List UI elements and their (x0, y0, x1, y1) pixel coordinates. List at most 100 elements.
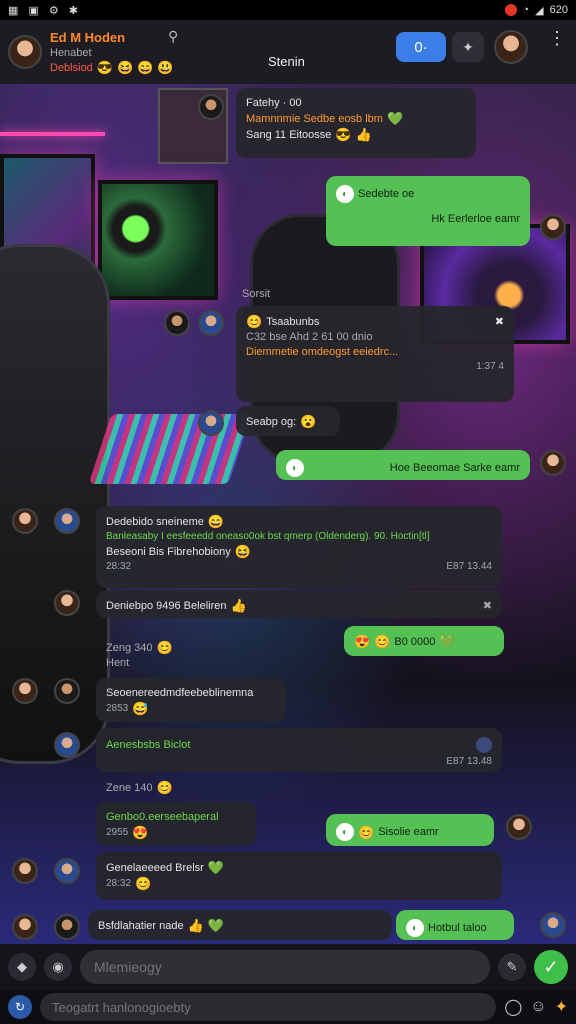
message-bubble[interactable]: Seabp og: 😮 (236, 406, 340, 436)
bluetooth-icon: ✱ (68, 4, 78, 17)
message-text: Zeng 340 (106, 641, 153, 654)
wallpaper-monitor (98, 180, 218, 300)
avatar[interactable] (540, 214, 566, 240)
avatar[interactable] (540, 450, 566, 476)
timestamp: 28:32 (106, 561, 132, 572)
message-text: Beseoni Bis Fibrehobiony (106, 545, 231, 558)
gallery-icon: ▣ (28, 4, 39, 17)
reaction-icon: ✖ (482, 600, 492, 612)
message-bubble[interactable]: Bsfdlahatier nade 👍 💚 (88, 910, 392, 940)
avatar[interactable] (540, 912, 566, 938)
secondary-bar: ↻ ◯ ☺ ✦ (0, 990, 576, 1024)
heart-icon: 💚 (386, 111, 404, 126)
emoji-icon: 😊 (135, 876, 152, 891)
message-bubble[interactable]: Aenesbsbs Biclot E87 13.48 (96, 728, 502, 772)
emoji-picker-icon[interactable]: ☺ (530, 998, 546, 1016)
timestamp: E87 13.44 (446, 561, 492, 572)
mic-icon[interactable]: ◯ (504, 997, 522, 1017)
group-subtitle: Henabet (50, 47, 92, 59)
reply-icon: ◐ (336, 823, 354, 841)
message-text: Genelaeeeed Brelsr (106, 861, 204, 874)
group-tag-text: Deblsiod (50, 61, 93, 74)
message-text: Hent (106, 657, 130, 669)
emoji-icon: 👍 (187, 918, 204, 933)
message-bubble[interactable]: Fatehy · 00 Mamnnmie Sedbe eosb lbm 💚 San… (236, 88, 476, 158)
message-text: Seoenereedmdfeebeblinemna (106, 687, 254, 699)
recording-icon (504, 4, 517, 16)
group-info[interactable]: Ed M Hoden Henabet Deblsiod 😎 😆 😄 😃 (50, 30, 174, 74)
wifi-icon: ◔ (522, 4, 530, 16)
avatar[interactable] (54, 914, 80, 940)
reply-icon: ◐ (336, 185, 354, 203)
avatar[interactable] (198, 310, 224, 336)
sticker-icon[interactable]: ✎ (498, 953, 526, 981)
avatar[interactable] (54, 678, 80, 704)
secondary-input[interactable] (40, 993, 497, 1021)
emoji-icon: 😊 (374, 634, 391, 649)
star-icon[interactable]: ✦ (555, 997, 568, 1017)
search-icon[interactable]: ⚲ (168, 28, 178, 45)
group-name: Ed M Hoden (50, 30, 126, 45)
message-bubble[interactable]: Zene 140 😊 (96, 772, 256, 798)
emoji-icon: 😊 (358, 824, 375, 840)
message-text: Genbo0.eerseebaperal (106, 811, 219, 823)
emoji-icon: 😮 (300, 414, 317, 429)
avatar[interactable] (198, 94, 224, 120)
signal-icon: ◢ (535, 4, 544, 17)
message-text: Mamnnmie Sedbe eosb lbm (246, 112, 383, 125)
message-bubble[interactable]: Genelaeeeed Brelsr 💚 28:32 😊 (96, 852, 502, 900)
emoji-icon: 😍 (354, 634, 371, 649)
message-text: Deniebpo 9496 Beleliren (106, 599, 227, 612)
message-bubble[interactable]: Seoenereedmdfeebeblinemna 2853 😅 (96, 678, 286, 722)
attach-icon[interactable]: ◆ (8, 953, 36, 981)
reply-icon: ◐ (286, 459, 304, 477)
settings-icon: ⚙ (48, 4, 59, 17)
avatar[interactable] (198, 410, 224, 436)
avatar[interactable] (54, 732, 80, 758)
emoji-icon: 😊 (156, 780, 173, 795)
emoji-icon: 😍 (132, 825, 149, 840)
message-bubble-outgoing[interactable]: ◐ Hotbul taloo (396, 910, 514, 940)
message-text: Seabp og: (246, 415, 297, 428)
avatar[interactable] (12, 678, 38, 704)
timestamp: 28:32 (106, 878, 132, 889)
send-button[interactable]: ✓ (534, 950, 568, 984)
avatar[interactable] (506, 814, 532, 840)
pin-icon[interactable]: ✦ (452, 32, 484, 62)
compose-bar: ◆ ◉ ✎ ✓ (0, 944, 576, 990)
message-bubble-outgoing[interactable]: 😍 😊 B0 0000 💚 (344, 626, 504, 656)
message-bubble[interactable]: Deniebpo 9496 Beleliren 👍 ✖ (96, 590, 502, 618)
profile-avatar[interactable] (494, 30, 528, 64)
message-bubble[interactable]: Dedebido sneineme 😄 Banleasaby I eesfeeed… (96, 506, 502, 588)
emoji-icon: 😅 (132, 701, 149, 716)
avatar[interactable] (12, 914, 38, 940)
battery-text: 620 (549, 4, 568, 16)
message-text: Dedebido sneineme (106, 515, 204, 528)
more-options-icon[interactable]: ⋮ (548, 29, 566, 47)
message-text: Hotbul taloo (428, 922, 487, 934)
avatar[interactable] (54, 858, 80, 884)
timestamp: 2853 (106, 703, 129, 714)
message-text: Diemmetie omdeogst eeiedrc... (246, 346, 399, 358)
status-icon (476, 737, 492, 753)
avatar[interactable] (12, 858, 38, 884)
group-avatar[interactable] (8, 35, 42, 69)
message-text: Sedebte oe (358, 188, 415, 200)
avatar[interactable] (164, 310, 190, 336)
refresh-icon[interactable]: ↻ (8, 995, 32, 1019)
message-bubble-outgoing[interactable]: ◐ Sedebte oe Hk Eerlerloe eamr (326, 176, 530, 246)
message-bubble[interactable]: Genbo0.eerseebaperal 2955 😍 (96, 802, 256, 846)
message-text: Aenesbsbs Biclot (106, 739, 191, 751)
message-bubble[interactable]: Zeng 340 😊 Hent (96, 632, 256, 674)
avatar[interactable] (54, 590, 80, 616)
message-text: Tsaabunbs (266, 315, 320, 328)
message-input[interactable] (80, 950, 490, 984)
message-bubble-outgoing[interactable]: ◐ 😊 Sisolie eamr (326, 814, 494, 846)
camera-icon[interactable]: ◉ (44, 953, 72, 981)
avatar[interactable] (12, 508, 38, 534)
message-bubble[interactable]: 😊 Tsaabunbs ✖ C32 bse Ahd 2 61 00 dnio Die… (236, 306, 514, 402)
heart-icon: 💚 (207, 918, 224, 933)
avatar[interactable] (54, 508, 80, 534)
video-call-button[interactable]: 0· (396, 32, 446, 62)
message-bubble-outgoing[interactable]: ◐ Hoe Beeomae Sarke eamr (276, 450, 530, 480)
